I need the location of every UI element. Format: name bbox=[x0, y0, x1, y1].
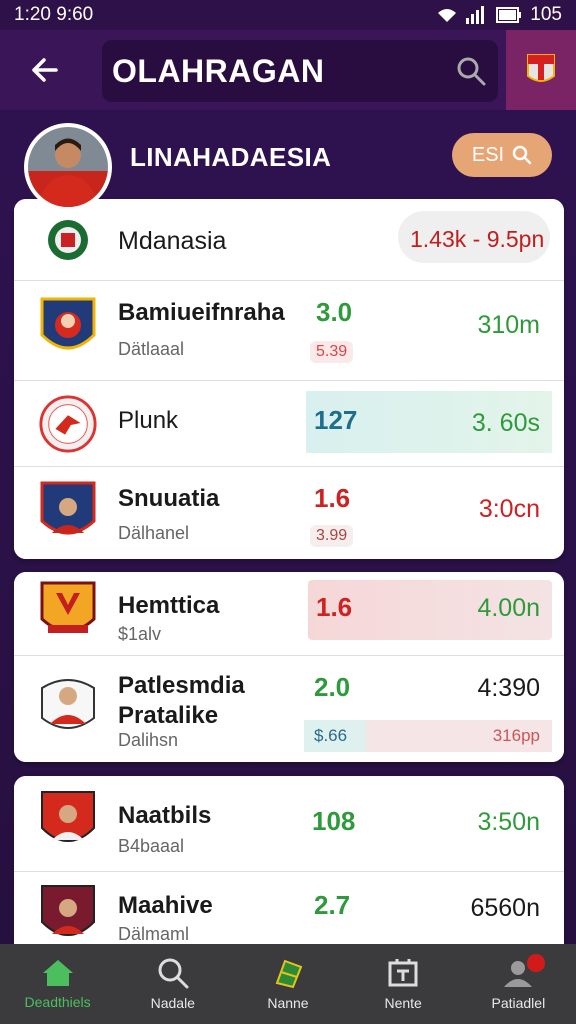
search-icon bbox=[158, 958, 189, 989]
notification-badge bbox=[527, 954, 546, 972]
filter-button[interactable]: ESI bbox=[452, 133, 552, 177]
flag-icon bbox=[527, 54, 555, 82]
time-range: 1.43k - 9.5pn bbox=[410, 226, 545, 252]
avatar[interactable] bbox=[24, 123, 112, 211]
signal-icon bbox=[466, 6, 485, 24]
team-crest-icon bbox=[38, 670, 98, 738]
match-time: 3. 60s bbox=[471, 409, 540, 437]
scoreboard-icon bbox=[388, 959, 418, 987]
battery-icon bbox=[496, 7, 522, 23]
status-bar: 1:20 9:60 105 bbox=[0, 0, 576, 30]
team-subtitle: B4baaal bbox=[118, 836, 185, 856]
match-time: 3:0cn bbox=[478, 495, 540, 523]
section-title: LINAHADAESIA bbox=[130, 142, 332, 172]
team-crest-icon bbox=[38, 390, 98, 458]
team-crest-icon bbox=[38, 479, 98, 547]
battery-level: 105 bbox=[530, 4, 562, 25]
nav-label: Deadthiels bbox=[24, 994, 91, 1010]
status-time: 1:20 9:60 bbox=[14, 4, 94, 25]
team-subtitle: $1alv bbox=[118, 624, 162, 644]
team-crest-icon bbox=[38, 295, 98, 363]
list-item[interactable]: Mdanasia 1.43k - 9.5pn bbox=[14, 199, 564, 281]
list-item[interactable]: Patlesmdia Pratalike Dalihsn 2.0 4:390 $… bbox=[14, 656, 564, 762]
list-item[interactable]: Hemttica $1alv 1.6 4.00n bbox=[14, 572, 564, 656]
nav-item-scores[interactable]: Nente bbox=[348, 944, 458, 1024]
odds-value[interactable]: 1.6 bbox=[316, 592, 352, 623]
team-crest-icon bbox=[38, 206, 98, 274]
odds-value[interactable]: 2.0 bbox=[314, 672, 350, 703]
nav-item-search[interactable]: Nadale bbox=[118, 944, 228, 1024]
match-time: 310m bbox=[477, 311, 540, 339]
nav-label: Patiadlel bbox=[491, 995, 546, 1011]
back-arrow-icon bbox=[32, 58, 58, 82]
match-time: 4.00n bbox=[477, 594, 540, 622]
filter-label: ESI bbox=[471, 143, 505, 166]
team-name: Plunk bbox=[118, 407, 179, 434]
match-group-card: Naatbils B4baaal 108 3:50n Maahive Dälma… bbox=[14, 776, 564, 952]
search-icon bbox=[512, 145, 532, 165]
search-bar[interactable]: OLAHRAGAN bbox=[102, 40, 498, 102]
match-time: 3:50n bbox=[477, 808, 540, 836]
nav-item-home[interactable]: Deadthiels bbox=[3, 944, 113, 1024]
team-name: Maahive bbox=[118, 892, 213, 919]
nav-item-profile[interactable]: Patiadlel bbox=[463, 944, 573, 1024]
odds-value[interactable]: 1.6 bbox=[314, 483, 350, 514]
bottom-nav: Deadthiels Nadale Nanne Nente Patiadlel bbox=[0, 944, 576, 1024]
nav-label: Nente bbox=[384, 995, 422, 1011]
avatar-photo bbox=[28, 127, 108, 207]
team-name: Hemttica bbox=[118, 592, 220, 619]
team-name: Patlesmdia bbox=[118, 672, 245, 699]
match-time-small: 316pp bbox=[492, 726, 540, 745]
list-item[interactable]: Plunk 127 3. 60s bbox=[14, 381, 564, 467]
odds-small: $.66 bbox=[314, 726, 348, 745]
odds-value[interactable]: 127 bbox=[314, 405, 357, 436]
odds-value[interactable]: 3.0 bbox=[316, 297, 352, 328]
team-name: Mdanasia bbox=[118, 227, 227, 255]
country-flag-button[interactable] bbox=[506, 30, 576, 110]
team-name: Snuuatia bbox=[118, 485, 220, 512]
team-name-line2: Pratalike bbox=[118, 702, 219, 729]
team-crest-icon bbox=[38, 788, 98, 856]
team-subtitle: Dälmaml bbox=[118, 924, 190, 944]
match-time: 6560n bbox=[470, 894, 540, 922]
odds-small: 3.99 bbox=[310, 525, 354, 547]
wifi-icon bbox=[438, 9, 457, 22]
odds-small: 5.39 bbox=[310, 341, 354, 363]
nav-label: Nadale bbox=[150, 995, 195, 1011]
search-icon[interactable] bbox=[456, 56, 486, 86]
list-item[interactable]: Naatbils B4baaal 108 3:50n bbox=[14, 776, 564, 872]
team-subtitle: Dätlaaal bbox=[118, 339, 185, 359]
match-group-card: Hemttica $1alv 1.6 4.00n Patlesmdia Prat… bbox=[14, 572, 564, 762]
odds-value[interactable]: 108 bbox=[312, 806, 355, 837]
match-time: 4:390 bbox=[477, 674, 540, 702]
odds-value[interactable]: 2.7 bbox=[314, 890, 350, 921]
list-item[interactable]: Snuuatia Dälhanel 1.6 3.99 3:0cn bbox=[14, 467, 564, 559]
team-subtitle: Dalihsn bbox=[118, 730, 179, 750]
team-crest-icon bbox=[38, 880, 98, 948]
status-icons: 105 bbox=[436, 4, 562, 26]
team-name: Bamiueifnraha bbox=[118, 299, 285, 326]
soccer-field-icon bbox=[275, 959, 303, 989]
nav-label: Nanne bbox=[267, 995, 309, 1011]
team-crest-icon bbox=[38, 578, 98, 646]
match-group-card: Mdanasia 1.43k - 9.5pn Bamiueifnraha Dät… bbox=[14, 199, 564, 559]
team-subtitle: Dälhanel bbox=[118, 523, 190, 543]
list-item[interactable]: Maahive Dälmaml 2.7 6560n bbox=[14, 872, 564, 952]
team-name: Naatbils bbox=[118, 802, 212, 829]
list-item[interactable]: Bamiueifnraha Dätlaaal 3.0 5.39 310m bbox=[14, 281, 564, 381]
back-button[interactable] bbox=[0, 30, 86, 110]
nav-item-matches[interactable]: Nanne bbox=[233, 944, 343, 1024]
app-header: OLAHRAGAN bbox=[0, 30, 576, 110]
page-title: OLAHRAGAN bbox=[112, 52, 325, 89]
home-icon bbox=[42, 960, 73, 986]
